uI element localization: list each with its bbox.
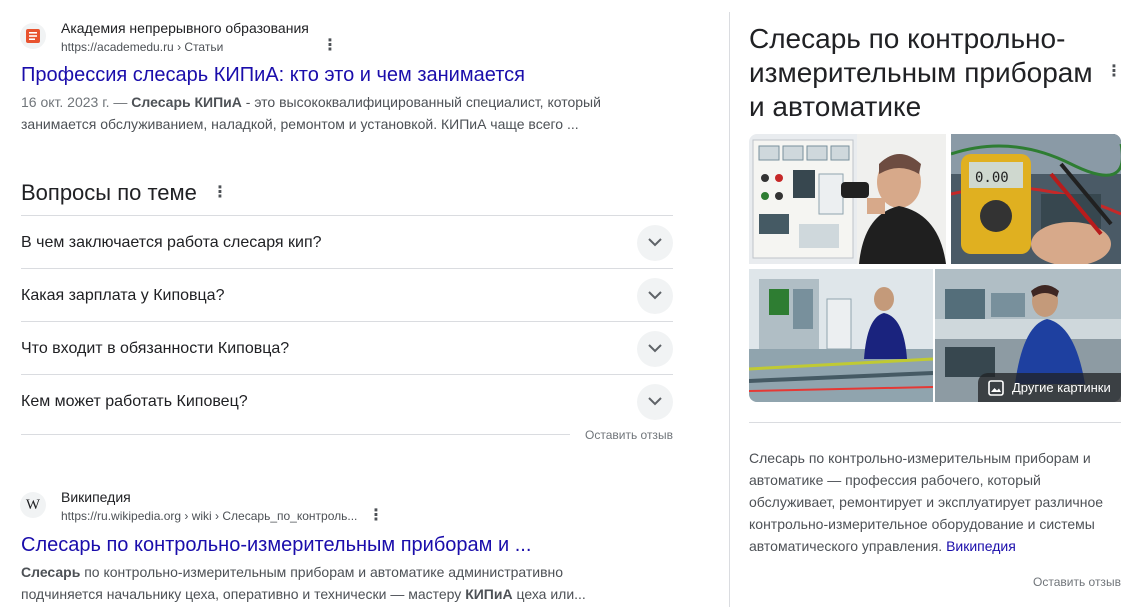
- multimeter-photo: 0.00: [951, 134, 1121, 264]
- result2-site-name[interactable]: Википедия: [61, 489, 131, 505]
- paa-question-text: Кем может работать Киповец?: [21, 392, 248, 410]
- kp-horizontal-divider: [749, 422, 1121, 423]
- wikipedia-favicon[interactable]: W: [20, 492, 46, 518]
- knowledge-panel-description: Слесарь по контрольно-измерительным приб…: [749, 447, 1121, 557]
- paa-question-2[interactable]: Какая зарплата у Киповца?: [21, 268, 673, 322]
- academedu-favicon[interactable]: [20, 23, 46, 49]
- wikipedia-w-icon: W: [25, 496, 41, 513]
- result1-url[interactable]: https://academedu.ru › Статьи: [61, 40, 223, 54]
- result2-snippet-bold-2: КИПиА: [465, 586, 513, 602]
- paa-feedback-link[interactable]: Оставить отзыв: [585, 428, 673, 442]
- result2-snippet-line1: Слесарь по контрольно-измерительным приб…: [21, 561, 631, 583]
- document-icon: [26, 29, 40, 43]
- paa-title: Вопросы по теме: [21, 180, 197, 205]
- more-images-button[interactable]: Другие картинки: [978, 373, 1121, 402]
- paa-question-4[interactable]: Кем может работать Киповец?: [21, 374, 673, 428]
- result1-site-name[interactable]: Академия непрерывного образования: [61, 20, 309, 36]
- result1-url-path: › Статьи: [173, 40, 224, 54]
- kp-image-3[interactable]: [749, 269, 933, 402]
- paa-question-text: Что входит в обязанности Киповца?: [21, 339, 290, 357]
- kp-description-text: Слесарь по контрольно-измерительным приб…: [749, 450, 1104, 554]
- chevron-down-icon[interactable]: [637, 277, 673, 314]
- result2-url-host: https://ru.wikipedia.org: [61, 509, 182, 523]
- result2-snippet-bold-1: Слесарь: [21, 564, 81, 580]
- result2-url-path: › wiki › Слесарь_по_контроль...: [181, 509, 358, 523]
- lab-worker-photo: [749, 269, 933, 402]
- paa-question-text: Какая зарплата у Киповца?: [21, 286, 225, 304]
- result1-snippet-bold: Слесарь КИПиА: [131, 94, 242, 110]
- result2-snippet-end-2: цеха или...: [512, 586, 586, 602]
- result1-title-link[interactable]: Профессия слесарь КИПиА: кто это и чем з…: [21, 64, 525, 87]
- result2-snippet: Слесарь по контрольно-измерительным приб…: [21, 561, 631, 605]
- result1-url-host: https://academedu.ru: [61, 40, 174, 54]
- result1-snippet-line2: занимается обслуживанием, наладкой, ремо…: [21, 116, 579, 132]
- result2-snippet-start-2: подчиняется начальнику цеха, оперативно …: [21, 586, 466, 602]
- image-icon: [988, 379, 1004, 396]
- result2-url[interactable]: https://ru.wikipedia.org › wiki › Слесар…: [61, 509, 357, 523]
- result1-more-options-icon[interactable]: ⋮: [322, 38, 338, 54]
- result2-title-link[interactable]: Слесарь по контрольно-измерительным приб…: [21, 534, 531, 557]
- knowledge-panel-more-options-icon[interactable]: ⋮: [1106, 64, 1122, 80]
- kp-image-2[interactable]: 0.00: [951, 134, 1121, 264]
- result1-snippet-rest: - это высококвалифицированный специалист…: [241, 94, 601, 110]
- result2-snippet-rest-1: по контрольно-измерительным приборам и а…: [80, 564, 564, 580]
- paa-question-text: В чем заключается работа слесаря кип?: [21, 233, 322, 251]
- result2-snippet-line2: подчиняется начальнику цеха, оперативно …: [21, 583, 631, 605]
- result1-snippet: 16 окт. 2023 г. — Слесарь КИПиА - это вы…: [21, 91, 631, 135]
- paa-question-3[interactable]: Что входит в обязанности Киповца?: [21, 321, 673, 375]
- result1-date: 16 окт. 2023 г. —: [21, 94, 128, 110]
- result2-more-options-icon[interactable]: ⋮: [368, 508, 384, 524]
- knowledge-panel-title: Слесарь по контрольно-измерительным приб…: [749, 23, 1093, 122]
- workbench-photo: [749, 134, 946, 264]
- more-images-label: Другие картинки: [1012, 380, 1111, 395]
- paa-question-1[interactable]: В чем заключается работа слесаря кип?: [21, 215, 673, 269]
- chevron-down-icon[interactable]: [637, 330, 673, 367]
- result1-snippet-line1: 16 окт. 2023 г. — Слесарь КИПиА - это вы…: [21, 91, 631, 113]
- kp-image-1[interactable]: [749, 134, 946, 264]
- svg-text:0.00: 0.00: [975, 170, 1009, 186]
- knowledge-panel-divider: [729, 12, 730, 607]
- paa-more-options-icon[interactable]: ⋮: [212, 185, 228, 201]
- kp-source-link[interactable]: Википедия: [946, 538, 1016, 554]
- chevron-down-icon[interactable]: [637, 224, 673, 261]
- chevron-down-icon[interactable]: [637, 383, 673, 420]
- paa-bottom-divider: [21, 434, 570, 435]
- kp-feedback-link[interactable]: Оставить отзыв: [1033, 575, 1121, 589]
